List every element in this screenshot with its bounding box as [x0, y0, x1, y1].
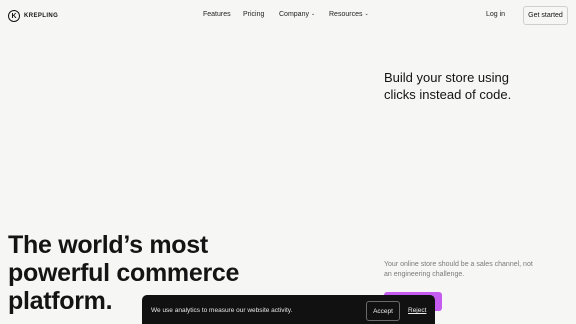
cookie-message: We use analytics to measure our website … [151, 307, 293, 314]
chevron-down-icon: ⌄ [364, 11, 369, 17]
get-started-button[interactable]: Get started [523, 6, 568, 25]
brand-name: KREPLING [24, 13, 59, 19]
nav-pricing-label: Pricing [243, 11, 265, 18]
nav-resources-label: Resources [329, 11, 363, 18]
nav-features-label: Features [203, 11, 231, 18]
nav-resources-dropdown[interactable]: Resources ⌄ [329, 11, 369, 18]
hero-subtext: Your online store should be a sales chan… [384, 261, 533, 278]
nav-features[interactable]: Features [203, 11, 231, 18]
nav-company-dropdown[interactable]: Company ⌄ [279, 11, 315, 18]
brand-logo[interactable]: K KREPLING [8, 10, 58, 22]
nav-company-label: Company [279, 11, 309, 18]
cookie-banner: We use analytics to measure our website … [142, 295, 435, 324]
nav-pricing[interactable]: Pricing [243, 11, 264, 18]
top-navigation: K KREPLING Features Pricing Company ⌄ Re… [0, 0, 576, 32]
reject-cookies-link[interactable]: Reject [408, 307, 426, 314]
k-circle-logo-icon: K [8, 10, 20, 22]
hero-tagline: Build your store using clicks instead of… [384, 70, 512, 102]
accept-cookies-button[interactable]: Accept [366, 301, 400, 321]
chevron-down-icon: ⌄ [310, 11, 316, 17]
login-link[interactable]: Log in [486, 11, 505, 18]
